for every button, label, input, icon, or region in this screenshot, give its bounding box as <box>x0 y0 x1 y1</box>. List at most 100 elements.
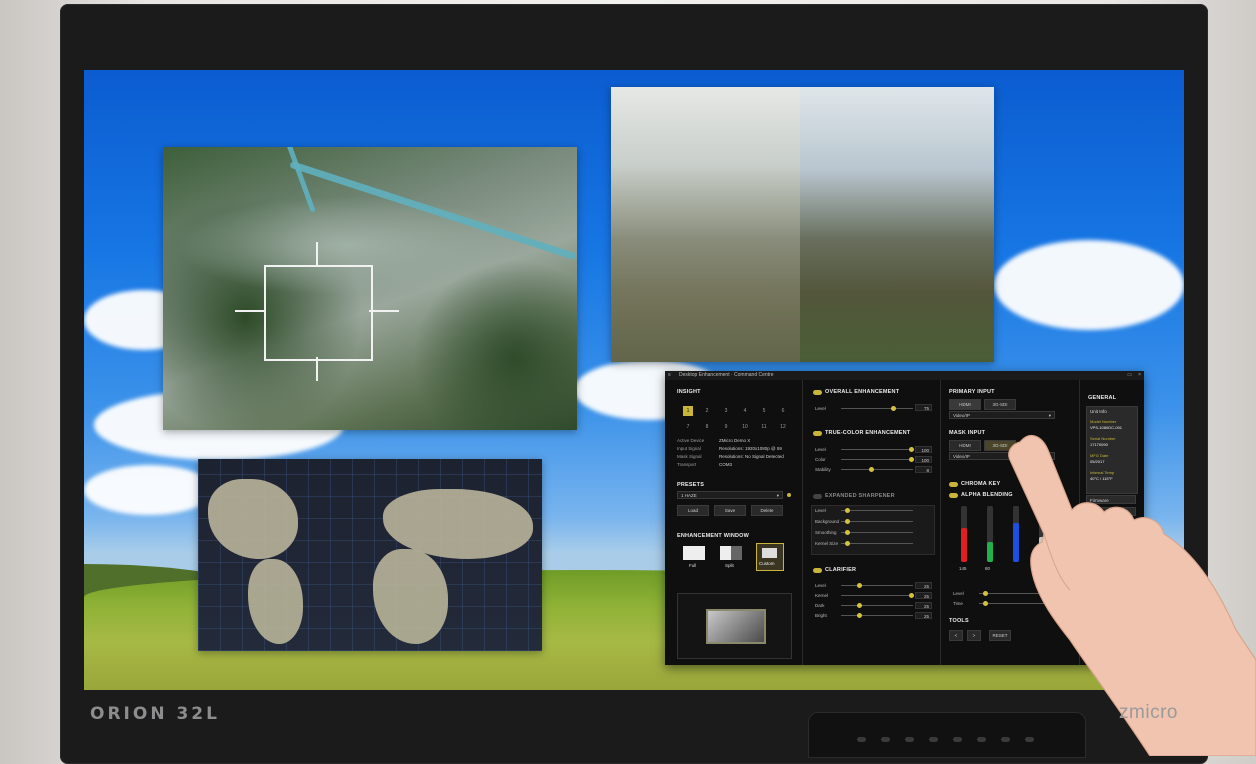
control-button[interactable] <box>905 737 914 742</box>
demo-button[interactable]: 9 <box>721 422 731 432</box>
control-button[interactable] <box>857 737 866 742</box>
load-button[interactable]: Load <box>677 505 709 516</box>
row-slider[interactable] <box>841 603 913 608</box>
mask-input-title: MASK INPUT <box>949 430 986 436</box>
row-slider[interactable] <box>841 457 914 462</box>
demo-button[interactable]: 11 <box>759 422 769 432</box>
custom-mode-button[interactable]: Custom <box>756 543 784 571</box>
slider-knob[interactable] <box>857 613 862 618</box>
slider-knob[interactable] <box>857 583 862 588</box>
row-slider[interactable] <box>841 447 914 452</box>
slider-knob[interactable] <box>909 593 914 598</box>
demo-button[interactable]: 10 <box>740 422 750 432</box>
channel-bar[interactable] <box>961 506 967 562</box>
channel-value: 145 <box>959 566 967 571</box>
slider-knob[interactable] <box>891 406 896 411</box>
full-mode-icon[interactable] <box>683 546 705 560</box>
haze-comparison-window[interactable] <box>611 87 994 362</box>
row-value[interactable]: 8 <box>915 466 932 473</box>
primary-source-select[interactable]: Video/IP ▾ <box>949 411 1055 419</box>
row-slider[interactable] <box>841 593 914 598</box>
prev-button[interactable]: < <box>949 630 963 641</box>
row-slider[interactable] <box>841 519 913 524</box>
chevron-down-icon: ▾ <box>1048 413 1051 418</box>
row-value[interactable]: 25 <box>915 612 932 619</box>
row-value[interactable]: 25 <box>915 582 932 589</box>
split-mode-icon[interactable] <box>720 546 742 560</box>
control-panel <box>808 712 1086 758</box>
control-button[interactable] <box>1001 737 1010 742</box>
insight-column: INSIGHT 1 2 3 4 5 6 7 8 9 10 11 12 Active Device ZMi… <box>665 380 803 665</box>
channel-value: 80 <box>985 566 991 571</box>
demo-button[interactable]: 2 <box>702 406 712 416</box>
chroma-key-toggle[interactable] <box>949 482 958 487</box>
save-button[interactable]: Save <box>714 505 746 516</box>
next-button[interactable]: > <box>967 630 981 641</box>
slider-knob[interactable] <box>869 467 874 472</box>
clarifier-toggle[interactable] <box>813 568 822 573</box>
slider-knob[interactable] <box>909 447 914 452</box>
slider-knob[interactable] <box>845 508 850 513</box>
demo-button[interactable]: 5 <box>759 406 769 416</box>
preview-window-rect[interactable] <box>706 609 766 644</box>
demo-button[interactable]: 1 <box>683 406 693 416</box>
row-value[interactable]: 100 <box>915 446 932 453</box>
overall-toggle[interactable] <box>813 390 822 395</box>
delete-button[interactable]: Delete <box>751 505 783 516</box>
window-preview[interactable] <box>677 593 792 659</box>
chevron-down-icon: ▾ <box>776 493 779 498</box>
alpha-blending-toggle[interactable] <box>949 493 958 498</box>
minimize-icon[interactable]: ▭ <box>1127 371 1132 380</box>
primary-3gsdi-button[interactable]: 3G-SDI <box>984 399 1016 410</box>
menu-icon[interactable]: ≡ <box>668 371 671 380</box>
row-slider[interactable] <box>841 530 913 535</box>
slider-knob[interactable] <box>909 457 914 462</box>
slider-knob[interactable] <box>857 603 862 608</box>
demo-button[interactable]: 3 <box>721 406 731 416</box>
row-value[interactable]: 100 <box>915 456 932 463</box>
control-button[interactable] <box>929 737 938 742</box>
brand-logo: zmicro <box>1119 702 1178 723</box>
slider-knob[interactable] <box>845 530 850 535</box>
mask-hdmi-button[interactable]: HDMI <box>949 440 981 451</box>
slider-knob[interactable] <box>983 601 988 606</box>
demo-button[interactable]: 12 <box>778 422 788 432</box>
close-icon[interactable]: × <box>1138 371 1141 380</box>
demo-button[interactable]: 6 <box>778 406 788 416</box>
demo-button[interactable]: 7 <box>683 422 693 432</box>
app-title: Desktop Enhancement · Command Centre <box>679 372 774 378</box>
satellite-map-window[interactable] <box>163 147 577 430</box>
demo-button[interactable]: 4 <box>740 406 750 416</box>
row-slider[interactable] <box>841 508 913 513</box>
truecolor-toggle[interactable] <box>813 431 822 436</box>
row-slider[interactable] <box>841 541 913 546</box>
overall-level-value[interactable]: 75 <box>915 404 932 411</box>
row-slider[interactable] <box>841 467 913 472</box>
world-map-window[interactable] <box>198 459 542 651</box>
clarifier-title: CLARIFIER <box>825 567 857 573</box>
mask-source-value: Video/IP <box>953 454 970 459</box>
control-button[interactable] <box>953 737 962 742</box>
channel-bar[interactable] <box>987 506 993 562</box>
control-button[interactable] <box>1025 737 1034 742</box>
slider-knob[interactable] <box>845 541 850 546</box>
slider-knob[interactable] <box>983 591 988 596</box>
row-slider[interactable] <box>841 613 913 618</box>
row-label: Level <box>815 508 826 513</box>
overall-title: OVERALL ENHANCEMENT <box>825 389 900 395</box>
slider-knob[interactable] <box>845 519 850 524</box>
control-button[interactable] <box>881 737 890 742</box>
row-value[interactable]: 25 <box>915 602 932 609</box>
row-slider[interactable] <box>841 583 913 588</box>
preset-select[interactable]: 1 HAZE ▾ <box>677 491 783 499</box>
sharpener-toggle[interactable] <box>813 494 822 499</box>
control-button[interactable] <box>977 737 986 742</box>
row-value[interactable]: 25 <box>915 592 932 599</box>
row-label: Bright <box>815 613 827 618</box>
primary-hdmi-button[interactable]: HDMI <box>949 399 981 410</box>
model-label: ORION 32L <box>90 704 220 724</box>
overall-level-slider[interactable] <box>841 406 913 411</box>
primary-source-value: Video/IP <box>953 413 970 418</box>
app-titlebar[interactable]: ≡ Desktop Enhancement · Command Centre ▭… <box>665 371 1144 380</box>
demo-button[interactable]: 8 <box>702 422 712 432</box>
